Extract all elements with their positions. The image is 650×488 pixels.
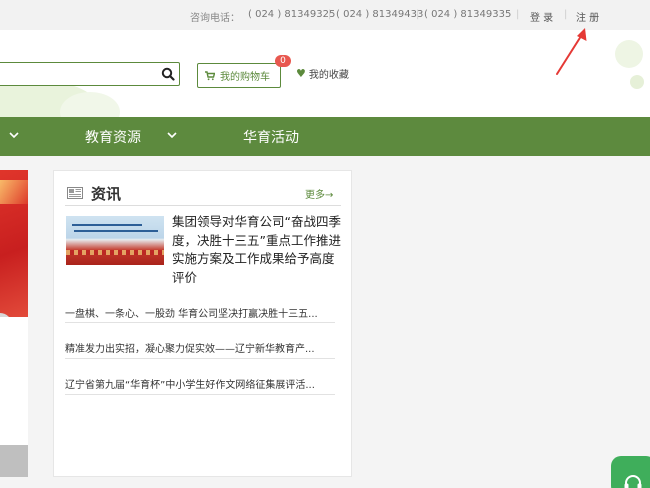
featured-news-title[interactable]: 集团领导对华育公司“奋战四季度，决胜十三五”重点工作推进实施方案及工作成果给予高… <box>172 213 342 287</box>
search-input[interactable] <box>0 63 147 86</box>
left-panel <box>0 317 28 445</box>
divider: | <box>416 9 420 20</box>
headset-icon <box>624 475 642 488</box>
news-item[interactable]: 一盘棋、一条心、一股劲 华育公司坚决打赢决胜十三五... <box>65 305 335 320</box>
favorites-label: 我的收藏 <box>308 70 349 81</box>
news-item[interactable]: 辽宁省第九届“华育杯”中小学生好作文网络征集展评活... <box>65 376 335 391</box>
divider: | <box>516 9 520 20</box>
featured-news-thumbnail[interactable] <box>66 216 164 265</box>
phone-number-3: ( 024 ) 81349335 <box>424 9 512 20</box>
favorites-link[interactable]: ♥ 我的收藏 <box>296 66 349 81</box>
divider <box>65 394 335 395</box>
nav-item-education-resources[interactable]: 教育资源 <box>85 127 141 147</box>
cart-button[interactable]: 我的购物车 <box>197 63 281 88</box>
cart-icon <box>205 70 215 80</box>
news-card: 资讯 更多→ 集团领导对华育公司“奋战四季度，决胜十三五”重点工作推进实施方案及… <box>53 170 352 477</box>
banner-image[interactable] <box>0 170 28 317</box>
nav-item-huayu-activities[interactable]: 华育活动 <box>243 127 299 147</box>
thumbnail-text-line <box>72 224 142 226</box>
heart-icon: ♥ <box>296 67 306 80</box>
phone-number-1: ( 024 ) 81349325 <box>248 9 336 20</box>
cart-count-badge: 0 <box>275 55 291 67</box>
cart-label: 我的购物车 <box>220 72 270 83</box>
divider: | <box>564 9 568 20</box>
newspaper-icon <box>67 187 83 199</box>
thumbnail-text-line <box>74 230 158 232</box>
divider <box>65 358 335 359</box>
chevron-down-icon[interactable] <box>167 130 177 140</box>
search-box <box>0 62 180 86</box>
customer-service-button[interactable] <box>611 456 650 488</box>
phone-number-2: ( 024 ) 81349433 <box>336 9 424 20</box>
left-panel-footer <box>0 445 28 477</box>
consult-label: 咨询电话： <box>190 13 240 24</box>
banner-flare <box>0 180 28 204</box>
divider <box>65 205 341 206</box>
chevron-down-icon[interactable] <box>9 130 19 140</box>
news-item[interactable]: 精准发力出实招，凝心聚力促实效——辽宁新华教育产... <box>65 340 335 355</box>
annotation-arrow-icon <box>556 28 587 75</box>
thumbnail-crowd <box>66 250 164 255</box>
more-link[interactable]: 更多→ <box>305 186 333 201</box>
main-nav: 教育资源 华育活动 <box>0 117 650 156</box>
decorative-shape <box>630 75 644 89</box>
news-section-title: 资讯 <box>91 185 122 203</box>
register-link[interactable]: 注 册 <box>576 9 599 24</box>
search-icon[interactable] <box>161 67 175 81</box>
login-link[interactable]: 登 录 <box>530 9 553 24</box>
divider: | <box>328 9 332 20</box>
decorative-shape <box>615 40 643 68</box>
divider <box>65 322 335 323</box>
